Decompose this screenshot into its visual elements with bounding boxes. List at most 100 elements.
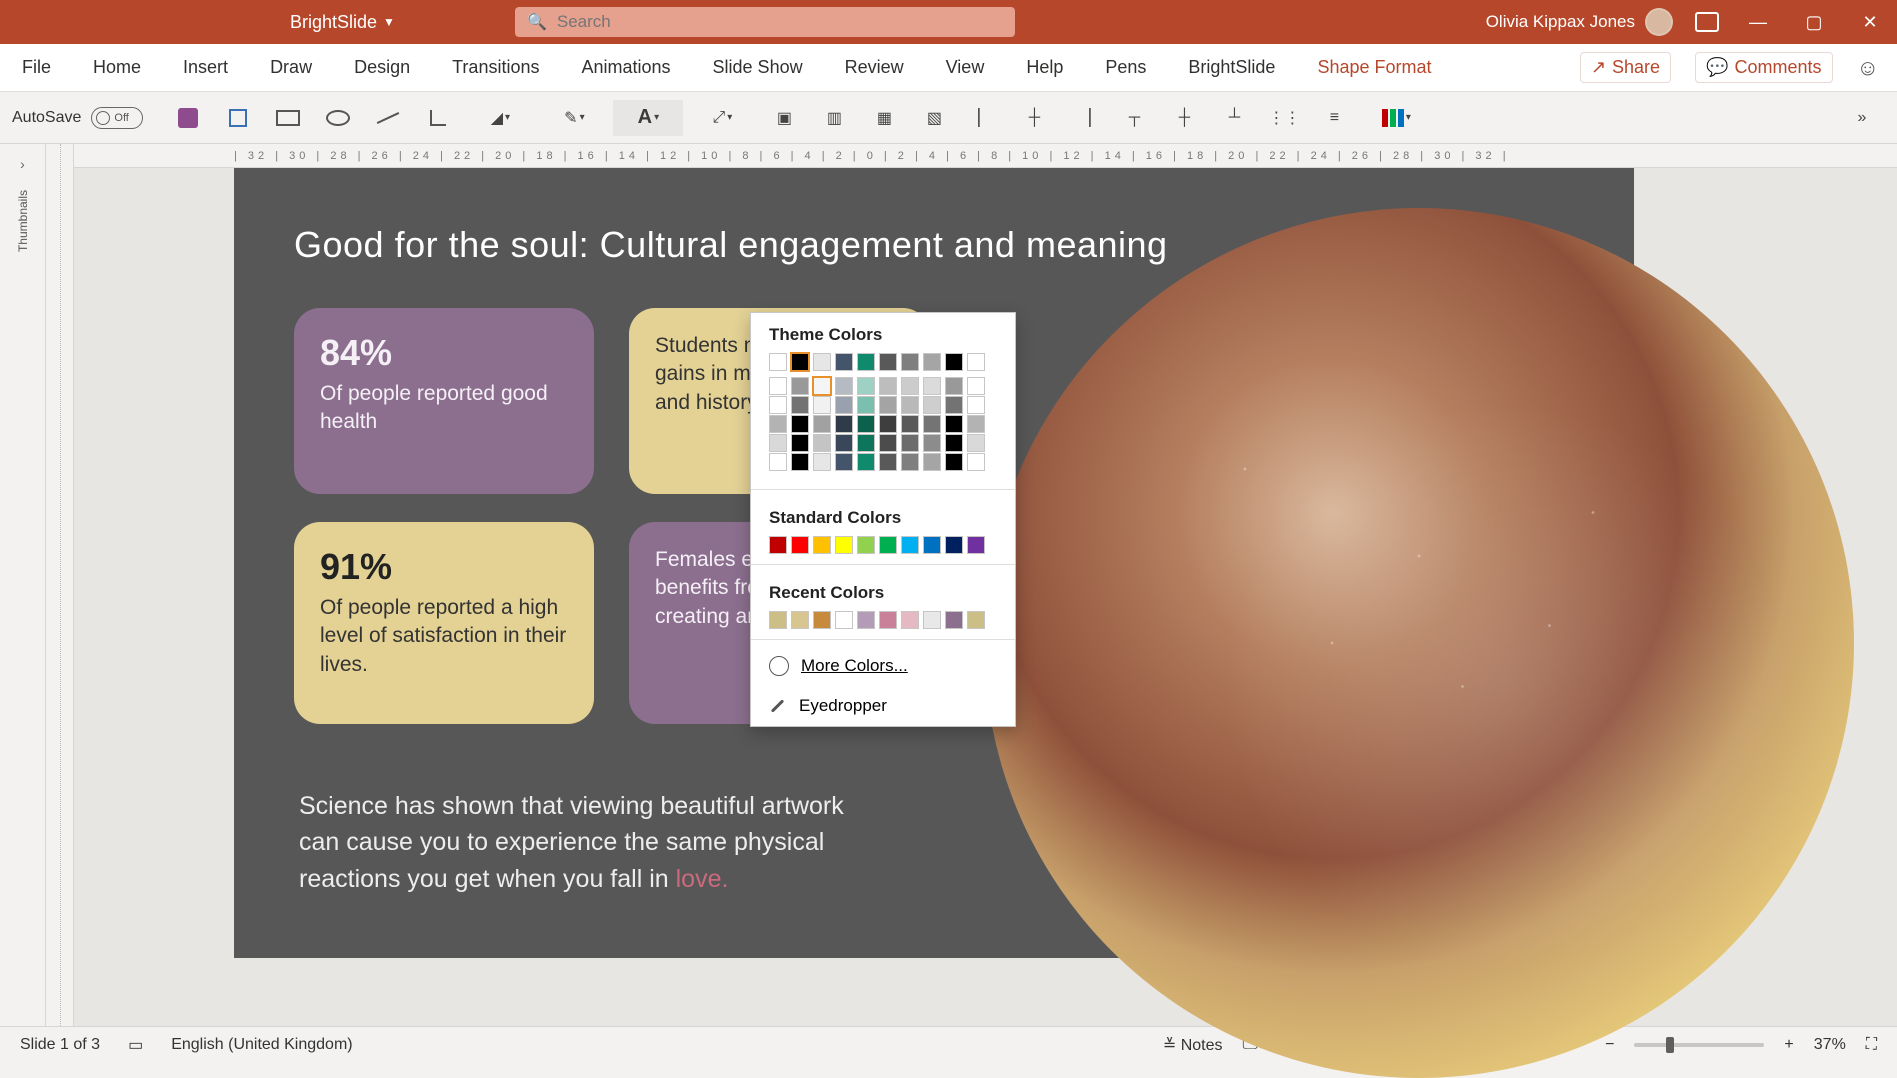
distribute-h-button[interactable]: ⋮⋮ bbox=[1261, 100, 1307, 136]
tab-insert[interactable]: Insert bbox=[183, 57, 228, 78]
color-swatch[interactable] bbox=[791, 396, 809, 414]
color-swatch[interactable] bbox=[791, 434, 809, 452]
slide-counter[interactable]: Slide 1 of 3 bbox=[20, 1036, 100, 1054]
color-swatch[interactable] bbox=[857, 434, 875, 452]
color-swatch[interactable] bbox=[769, 396, 787, 414]
color-swatch[interactable] bbox=[967, 453, 985, 471]
maximize-button[interactable]: ▢ bbox=[1797, 12, 1831, 33]
fit-to-window-button[interactable]: ⛶ bbox=[1866, 1036, 1877, 1054]
autosave-toggle[interactable]: AutoSave Off bbox=[12, 107, 143, 129]
color-swatch[interactable] bbox=[901, 536, 919, 554]
color-swatch[interactable] bbox=[901, 611, 919, 629]
ungroup-button[interactable]: ▥ bbox=[811, 100, 857, 136]
zoom-slider[interactable] bbox=[1634, 1043, 1764, 1047]
color-swatch[interactable] bbox=[879, 353, 897, 371]
color-swatch[interactable] bbox=[967, 434, 985, 452]
tab-help[interactable]: Help bbox=[1026, 57, 1063, 78]
color-swatch[interactable] bbox=[857, 611, 875, 629]
tab-pens[interactable]: Pens bbox=[1105, 57, 1146, 78]
color-swatch[interactable] bbox=[879, 453, 897, 471]
ellipse-button[interactable] bbox=[315, 100, 361, 136]
search-input[interactable] bbox=[557, 12, 1003, 32]
color-swatch[interactable] bbox=[791, 415, 809, 433]
color-swatch[interactable] bbox=[835, 396, 853, 414]
color-swatch[interactable] bbox=[923, 377, 941, 395]
color-swatch[interactable] bbox=[791, 353, 809, 371]
color-swatch[interactable] bbox=[835, 611, 853, 629]
color-swatch[interactable] bbox=[857, 396, 875, 414]
size-position-button[interactable]: ⤢▾ bbox=[687, 100, 757, 136]
shape-outline-button[interactable]: ✎▾ bbox=[539, 100, 609, 136]
tab-transitions[interactable]: Transitions bbox=[452, 57, 539, 78]
comments-button[interactable]: 💬Comments bbox=[1695, 52, 1832, 83]
color-swatch[interactable] bbox=[835, 453, 853, 471]
color-swatch[interactable] bbox=[923, 396, 941, 414]
color-swatch[interactable] bbox=[923, 611, 941, 629]
color-swatch[interactable] bbox=[923, 536, 941, 554]
color-swatch[interactable] bbox=[923, 434, 941, 452]
distribute-v-button[interactable]: ≡ bbox=[1311, 100, 1357, 136]
color-swatch[interactable] bbox=[857, 377, 875, 395]
color-swatch[interactable] bbox=[813, 377, 831, 395]
tab-animations[interactable]: Animations bbox=[581, 57, 670, 78]
stat-card-1[interactable]: 84% Of people reported good health bbox=[294, 308, 594, 494]
color-swatch[interactable] bbox=[791, 536, 809, 554]
color-swatch[interactable] bbox=[835, 353, 853, 371]
more-colors-button[interactable]: More Colors... bbox=[751, 646, 1015, 686]
textbox-button[interactable] bbox=[215, 100, 261, 136]
color-swatch[interactable] bbox=[857, 536, 875, 554]
color-swatch[interactable] bbox=[769, 611, 787, 629]
color-swatch[interactable] bbox=[857, 353, 875, 371]
color-swatch[interactable] bbox=[813, 415, 831, 433]
expand-thumbnails-icon[interactable]: › bbox=[20, 156, 25, 172]
color-swatch[interactable] bbox=[769, 353, 787, 371]
color-swatch[interactable] bbox=[923, 453, 941, 471]
color-swatch[interactable] bbox=[813, 396, 831, 414]
color-swatch[interactable] bbox=[835, 415, 853, 433]
color-swatch[interactable] bbox=[813, 536, 831, 554]
align-center-button[interactable]: ┼ bbox=[1011, 100, 1057, 136]
color-swatch[interactable] bbox=[879, 377, 897, 395]
color-swatch[interactable] bbox=[945, 377, 963, 395]
tab-file[interactable]: File bbox=[22, 57, 51, 78]
color-swatch[interactable] bbox=[945, 415, 963, 433]
color-swatch[interactable] bbox=[879, 611, 897, 629]
search-box[interactable]: 🔍 bbox=[515, 7, 1015, 37]
thumbnail-panel[interactable]: › Thumbnails bbox=[0, 144, 46, 1026]
color-swatch[interactable] bbox=[769, 377, 787, 395]
color-swatch[interactable] bbox=[967, 611, 985, 629]
tab-home[interactable]: Home bbox=[93, 57, 141, 78]
color-swatch[interactable] bbox=[945, 434, 963, 452]
color-swatch[interactable] bbox=[835, 536, 853, 554]
accessibility-icon[interactable]: ▭ bbox=[128, 1035, 143, 1055]
eyedropper-button[interactable]: Eyedropper bbox=[751, 686, 1015, 726]
color-swatch[interactable] bbox=[901, 453, 919, 471]
color-swatch[interactable] bbox=[769, 434, 787, 452]
color-swatch[interactable] bbox=[901, 434, 919, 452]
color-swatch[interactable] bbox=[879, 434, 897, 452]
tab-brightslide[interactable]: BrightSlide bbox=[1188, 57, 1275, 78]
document-title[interactable]: BrightSlide ▼ bbox=[290, 12, 395, 33]
stat-card-3[interactable]: 91% Of people reported a high level of s… bbox=[294, 522, 594, 724]
color-swatch[interactable] bbox=[879, 415, 897, 433]
color-swatch[interactable] bbox=[813, 453, 831, 471]
color-swatch[interactable] bbox=[835, 377, 853, 395]
footnote-text[interactable]: Science has shown that viewing beautiful… bbox=[299, 788, 889, 897]
feedback-icon[interactable]: ☺ bbox=[1857, 55, 1879, 81]
color-swatch[interactable] bbox=[967, 396, 985, 414]
tab-draw[interactable]: Draw bbox=[270, 57, 312, 78]
color-swatch[interactable] bbox=[835, 434, 853, 452]
align-left-button[interactable]: ▏ bbox=[961, 100, 1007, 136]
line-button[interactable] bbox=[365, 100, 411, 136]
tab-shape-format[interactable]: Shape Format bbox=[1317, 57, 1431, 78]
font-color-button[interactable]: A▾ bbox=[613, 100, 683, 136]
tab-review[interactable]: Review bbox=[845, 57, 904, 78]
ribbon-display-icon[interactable] bbox=[1695, 12, 1719, 32]
color-swatch[interactable] bbox=[857, 453, 875, 471]
minimize-button[interactable]: — bbox=[1741, 12, 1775, 33]
color-swatch[interactable] bbox=[945, 611, 963, 629]
color-swatch[interactable] bbox=[945, 453, 963, 471]
overflow-button[interactable]: » bbox=[1839, 100, 1885, 136]
align-middle-button[interactable]: ┼ bbox=[1161, 100, 1207, 136]
rectangle-button[interactable] bbox=[265, 100, 311, 136]
